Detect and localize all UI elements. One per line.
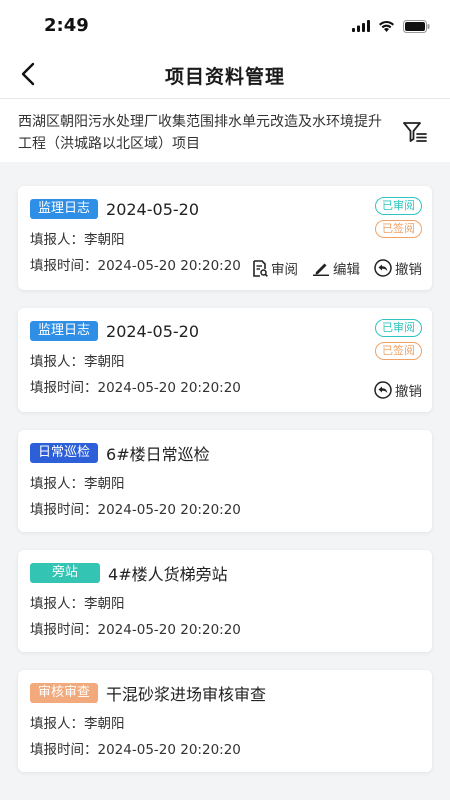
edit-button[interactable]: 编辑 xyxy=(312,258,360,278)
record-type-tag: 日常巡检 xyxy=(30,443,99,463)
reporter-name: 李朝阳 xyxy=(84,232,125,248)
reporter-label: 填报人： xyxy=(30,596,84,612)
record-card[interactable]: 监理日志 2024-05-20 已审阅 已签阅 填报人：李朝阳 填报时间：202… xyxy=(18,186,432,290)
reporter-label: 填报人： xyxy=(30,716,84,732)
record-title: 2024-05-20 xyxy=(106,321,199,341)
record-header: 监理日志 2024-05-20 xyxy=(30,320,420,342)
record-header: 日常巡检 6#楼日常巡检 xyxy=(30,442,420,464)
revoke-icon xyxy=(374,381,392,399)
record-header: 审核审查 干混砂浆进场审核审查 xyxy=(30,682,420,704)
report-time: 2024-05-20 20:20:20 xyxy=(97,258,241,274)
time-label: 填报时间： xyxy=(30,258,98,274)
record-type-tag: 监理日志 xyxy=(30,321,99,341)
review-icon xyxy=(253,259,268,277)
reporter-label: 填报人： xyxy=(30,232,84,248)
project-name: 西湖区朝阳污水处理厂收集范围排水单元改造及水环境提升工程（洪城路以北区域）项目 xyxy=(18,114,382,152)
time-label: 填报时间： xyxy=(30,502,98,518)
record-actions: 撤销 xyxy=(374,380,422,400)
time-line: 填报时间：2024-05-20 20:20:20 xyxy=(30,742,420,758)
project-header: 西湖区朝阳污水处理厂收集范围排水单元改造及水环境提升工程（洪城路以北区域）项目 xyxy=(0,98,450,162)
review-label: 审阅 xyxy=(271,262,298,278)
time-label: 填报时间： xyxy=(30,622,98,638)
reporter-name: 李朝阳 xyxy=(84,476,125,492)
reporter-label: 填报人： xyxy=(30,476,84,492)
revoke-button[interactable]: 撤销 xyxy=(374,380,422,400)
signed-badge: 已签阅 xyxy=(375,342,422,360)
signed-badge: 已签阅 xyxy=(375,220,422,238)
record-card[interactable]: 日常巡检 6#楼日常巡检 填报人：李朝阳 填报时间：2024-05-20 20:… xyxy=(18,430,432,532)
filter-icon xyxy=(403,122,427,142)
reviewed-badge: 已审阅 xyxy=(375,319,422,337)
status-badges: 已审阅 已签阅 xyxy=(375,197,422,238)
edit-icon xyxy=(313,263,329,276)
revoke-icon xyxy=(374,259,392,277)
reviewed-badge: 已审阅 xyxy=(375,197,422,215)
record-type-tag: 审核审查 xyxy=(30,683,99,703)
record-card[interactable]: 监理日志 2024-05-20 已审阅 已签阅 填报人：李朝阳 填报时间：202… xyxy=(18,308,432,412)
battery-icon xyxy=(403,19,430,33)
status-bar: 2:49 xyxy=(0,0,450,50)
time-line: 填报时间：2024-05-20 20:20:20 xyxy=(30,622,420,638)
report-time: 2024-05-20 20:20:20 xyxy=(97,502,241,518)
wifi-icon xyxy=(379,20,394,32)
record-list: 监理日志 2024-05-20 已审阅 已签阅 填报人：李朝阳 填报时间：202… xyxy=(18,186,432,790)
review-button[interactable]: 审阅 xyxy=(252,258,298,278)
revoke-label: 撤销 xyxy=(395,384,422,400)
record-card[interactable]: 审核审查 干混砂浆进场审核审查 填报人：李朝阳 填报时间：2024-05-20 … xyxy=(18,670,432,772)
record-type-tag: 旁站 xyxy=(30,563,101,583)
edit-label: 编辑 xyxy=(333,262,360,278)
record-actions: 审阅 编辑 撤销 xyxy=(252,258,422,278)
page-title: 项目资料管理 xyxy=(164,66,285,88)
record-title: 2024-05-20 xyxy=(106,199,199,219)
record-card[interactable]: 旁站 4#楼人货梯旁站 填报人：李朝阳 填报时间：2024-05-20 20:2… xyxy=(18,550,432,652)
reporter-name: 李朝阳 xyxy=(84,716,125,732)
time-line: 填报时间：2024-05-20 20:20:20 xyxy=(30,380,420,396)
report-time: 2024-05-20 20:20:20 xyxy=(97,742,241,758)
status-icons xyxy=(352,18,430,34)
reporter-label: 填报人： xyxy=(30,354,84,370)
time-line: 填报时间：2024-05-20 20:20:20 xyxy=(30,502,420,518)
record-title: 6#楼日常巡检 xyxy=(106,445,210,464)
reporter-name: 李朝阳 xyxy=(84,354,125,370)
report-time: 2024-05-20 20:20:20 xyxy=(97,380,241,396)
revoke-label: 撤销 xyxy=(395,262,422,278)
record-header: 旁站 4#楼人货梯旁站 xyxy=(30,562,420,584)
report-time: 2024-05-20 20:20:20 xyxy=(97,622,241,638)
record-header: 监理日志 2024-05-20 xyxy=(30,198,420,220)
reporter-line: 填报人：李朝阳 xyxy=(30,716,420,732)
reporter-line: 填报人：李朝阳 xyxy=(30,354,420,370)
record-type-tag: 监理日志 xyxy=(30,199,99,219)
record-title: 4#楼人货梯旁站 xyxy=(108,565,228,584)
reporter-line: 填报人：李朝阳 xyxy=(30,232,420,248)
time-label: 填报时间： xyxy=(30,380,98,396)
time-label: 填报时间： xyxy=(30,742,98,758)
reporter-name: 李朝阳 xyxy=(84,596,125,612)
signal-icon xyxy=(352,20,370,32)
reporter-line: 填报人：李朝阳 xyxy=(30,476,420,492)
status-time: 2:49 xyxy=(44,15,89,36)
filter-button[interactable] xyxy=(402,119,428,145)
revoke-button[interactable]: 撤销 xyxy=(374,258,422,278)
nav-bar: 项目资料管理 xyxy=(0,50,450,98)
reporter-line: 填报人：李朝阳 xyxy=(30,596,420,612)
record-title: 干混砂浆进场审核审查 xyxy=(106,685,267,704)
status-badges: 已审阅 已签阅 xyxy=(375,319,422,360)
